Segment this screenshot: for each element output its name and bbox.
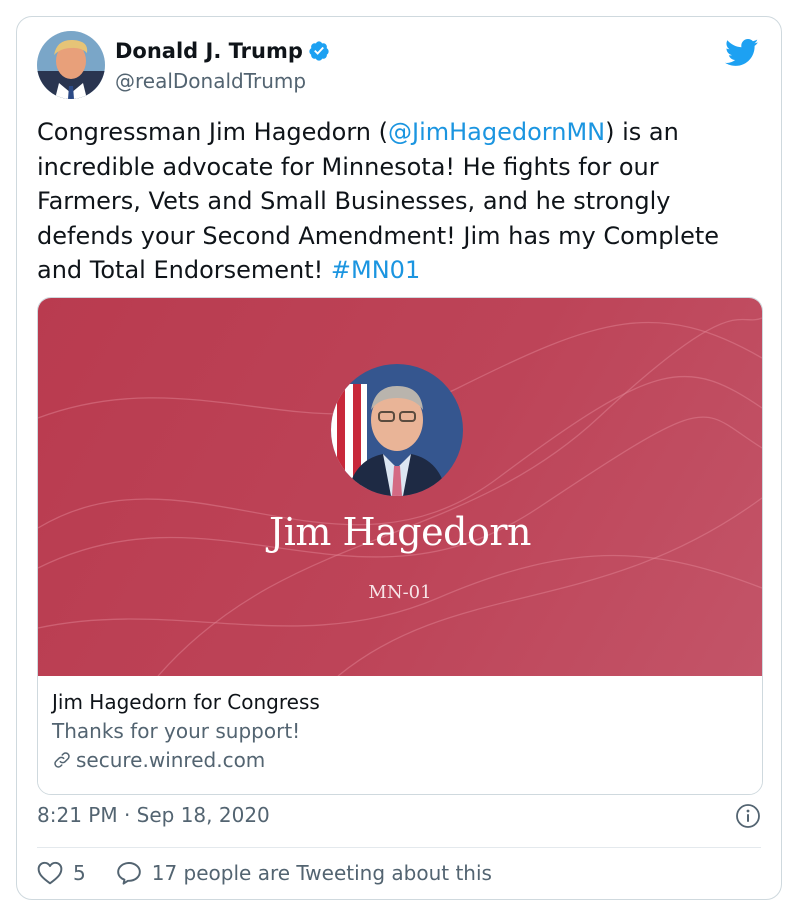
card-footer: Jim Hagedorn for Congress Thanks for you… bbox=[38, 676, 762, 794]
verified-badge-icon bbox=[309, 41, 329, 61]
like-button[interactable]: 5 bbox=[37, 861, 86, 885]
tweeting-about-text: 17 people are Tweeting about this bbox=[151, 861, 492, 885]
tweet-text: Congressman Jim Hagedorn (@JimHagedornMN… bbox=[37, 115, 763, 288]
card-image-district: MN-01 bbox=[368, 582, 432, 603]
engagement-bar: 5 17 people are Tweeting about this bbox=[37, 861, 492, 885]
tweet-text-part1: Congressman Jim Hagedorn ( bbox=[37, 118, 388, 146]
mention-link[interactable]: @JimHagedornMN bbox=[388, 118, 605, 146]
tweet-card: Donald J. Trump @realDonaldTrump Congres… bbox=[16, 16, 782, 900]
heart-icon bbox=[37, 861, 63, 885]
card-domain: secure.winred.com bbox=[76, 748, 266, 772]
card-person-photo bbox=[331, 364, 463, 496]
author-avatar[interactable] bbox=[37, 31, 105, 99]
link-icon bbox=[54, 752, 70, 768]
card-domain-row: secure.winred.com bbox=[52, 748, 265, 772]
card-title: Jim Hagedorn for Congress bbox=[52, 690, 320, 714]
author-name[interactable]: Donald J. Trump bbox=[115, 39, 303, 63]
author-handle[interactable]: @realDonaldTrump bbox=[115, 69, 306, 93]
card-description: Thanks for your support! bbox=[52, 719, 301, 743]
hashtag-link[interactable]: #MN01 bbox=[331, 256, 420, 284]
speech-bubble-icon bbox=[116, 862, 141, 885]
author-name-row: Donald J. Trump bbox=[115, 39, 330, 63]
divider bbox=[37, 847, 761, 848]
tweeting-about-link[interactable]: 17 people are Tweeting about this bbox=[116, 861, 492, 885]
info-icon[interactable] bbox=[735, 803, 761, 829]
card-image-name: Jim Hagedorn bbox=[269, 510, 531, 554]
like-count: 5 bbox=[73, 861, 86, 885]
twitter-bird-icon[interactable] bbox=[725, 39, 759, 67]
tweet-timestamp[interactable]: 8:21 PM · Sep 18, 2020 bbox=[37, 803, 270, 827]
card-image: Jim Hagedorn MN-01 bbox=[38, 298, 762, 676]
link-preview-card[interactable]: Jim Hagedorn MN-01 Jim Hagedorn for Cong… bbox=[37, 297, 763, 795]
